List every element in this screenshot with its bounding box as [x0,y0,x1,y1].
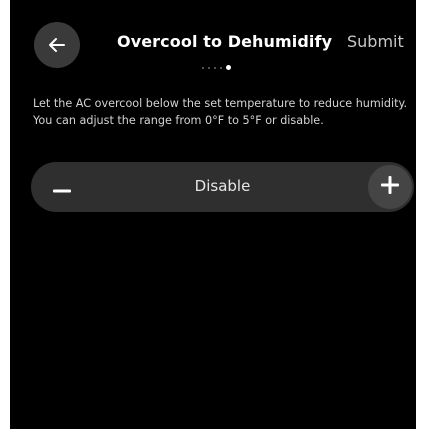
page-dot [208,66,210,69]
page-dot [202,66,204,69]
submit-button[interactable]: Submit [347,32,404,51]
increment-button[interactable] [368,165,412,209]
description: Let the AC overcool below the set temper… [33,96,411,129]
page-dot-active [226,65,231,70]
page-dot [214,66,216,69]
back-button[interactable] [34,22,80,68]
description-line-2: You can adjust the range from 0°F to 5°F… [33,113,324,127]
app-screen: Overcool to Dehumidify Submit Let the AC… [10,0,416,429]
page-dot [220,66,222,69]
plus-icon [381,176,399,198]
range-stepper: Disable [31,162,414,212]
arrow-left-icon [47,35,67,55]
page-title: Overcool to Dehumidify [117,32,333,51]
stepper-value: Disable [194,177,251,195]
description-line-1: Let the AC overcool below the set temper… [33,97,408,110]
page-indicator [202,65,231,70]
